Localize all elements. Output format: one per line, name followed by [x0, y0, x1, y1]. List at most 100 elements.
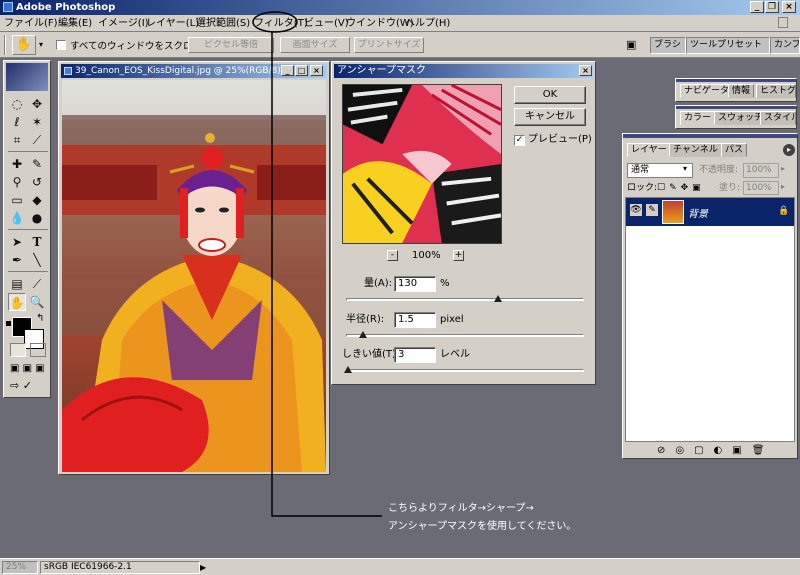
healing-brush-tool-icon[interactable]: ✚	[8, 155, 26, 173]
amount-slider-track[interactable]	[346, 298, 584, 301]
menu-help[interactable]: ヘルプ(H)	[405, 16, 450, 31]
document-minimize-button[interactable]: _	[281, 65, 294, 76]
standard-mode-icon[interactable]	[10, 343, 26, 357]
default-colors-icon[interactable]	[6, 321, 11, 326]
options-bar: ✋ ▾ すべてのウィンドウをスクロール ピクセル等倍 画面サイズ プリントサイズ…	[0, 32, 800, 58]
radius-slider-thumb[interactable]	[358, 331, 367, 338]
lock-label: ロック:	[627, 183, 658, 193]
marquee-tool-icon[interactable]: ◌	[8, 95, 26, 113]
threshold-slider-thumb[interactable]	[344, 366, 353, 373]
app-title: Adobe Photoshop	[16, 2, 116, 13]
menu-edit[interactable]: 編集(E)	[58, 16, 92, 31]
menu-image[interactable]: イメージ(I)	[98, 16, 149, 31]
color-palette: カラー スウォッチ スタイル	[675, 105, 797, 129]
type-tool-icon[interactable]: T	[28, 233, 46, 251]
actual-pixels-button[interactable]: ピクセル等倍	[188, 37, 274, 53]
palette-well-brushes[interactable]: ブラシ	[650, 37, 686, 54]
notes-tool-icon[interactable]: ▤	[8, 275, 26, 293]
tab-paths[interactable]: パス	[721, 143, 748, 157]
amount-label: 量(A):	[364, 278, 393, 289]
fill-input[interactable]: 100%	[743, 181, 779, 195]
zoom-out-button[interactable]: -	[387, 250, 398, 261]
print-size-button[interactable]: プリントサイズ	[354, 37, 424, 53]
cancel-button[interactable]: キャンセル	[514, 108, 586, 126]
amount-slider-thumb[interactable]	[494, 295, 503, 302]
chevron-down-icon[interactable]: ▾	[36, 35, 46, 55]
chevron-down-icon[interactable]: ▾	[683, 164, 687, 173]
crop-tool-icon[interactable]: ⌗	[8, 131, 26, 149]
tab-navigator[interactable]: ナビゲータ	[680, 84, 734, 98]
layer-row-background[interactable]: 👁 ✎ 背景 🔒	[626, 198, 794, 226]
fill-arrow-icon[interactable]: ▸	[781, 182, 785, 191]
jump-to-imageready-icon[interactable]: ⇨ ✓	[10, 379, 46, 393]
brush-tool-icon[interactable]: ✎	[28, 155, 46, 173]
lock-icons[interactable]: ☐✎✥▣	[657, 183, 705, 193]
amount-input[interactable]: 130	[394, 276, 436, 292]
tab-color[interactable]: カラー	[680, 111, 716, 125]
opacity-input[interactable]: 100%	[743, 163, 779, 178]
tab-histogram[interactable]: ヒストグラ	[756, 84, 796, 98]
hand-tool-icon[interactable]: ✋	[8, 293, 26, 311]
zoom-in-button[interactable]: +	[453, 250, 464, 261]
tab-layers[interactable]: レイヤー	[627, 143, 671, 157]
preview-checkbox[interactable]: ✓	[514, 135, 525, 146]
close-button[interactable]: ×	[782, 1, 796, 13]
menu-file[interactable]: ファイル(F)	[4, 16, 58, 31]
palette-well-tool-presets[interactable]: ツールプリセット	[686, 37, 770, 54]
radius-slider-track[interactable]	[346, 334, 584, 337]
brush-link-icon[interactable]: ✎	[646, 204, 658, 216]
tab-channels[interactable]: チャンネル	[669, 143, 722, 157]
lasso-tool-icon[interactable]: ℓ	[8, 113, 26, 131]
dialog-title-bar[interactable]: アンシャープマスク	[334, 64, 593, 78]
hand-tool-preset-icon[interactable]: ✋	[12, 35, 36, 55]
dialog-close-button[interactable]: ×	[579, 65, 592, 76]
eye-visibility-icon[interactable]: 👁	[630, 204, 642, 216]
layer-thumbnail	[662, 200, 684, 224]
threshold-slider-track[interactable]	[346, 369, 584, 372]
document-canvas[interactable]	[62, 80, 326, 472]
menu-window[interactable]: ウインドウ(W)	[346, 16, 414, 31]
scroll-all-windows-checkbox[interactable]	[56, 40, 66, 50]
layer-action-icons[interactable]: ⊘◎▢◐▣🗑	[657, 445, 774, 456]
menu-layer[interactable]: レイヤー(L)	[146, 16, 199, 31]
tab-info[interactable]: 情報	[728, 84, 755, 98]
screen-mode-icons[interactable]: ▣ ▣ ▣	[10, 363, 46, 375]
paint-bucket-tool-icon[interactable]: ◆	[28, 191, 46, 209]
tab-styles[interactable]: スタイル	[760, 111, 796, 125]
zoom-tool-icon[interactable]: 🔍	[28, 293, 46, 311]
palette-menu-arrow-icon[interactable]: ▸	[783, 144, 795, 156]
menu-filter[interactable]: フィルタ(T)	[254, 16, 308, 31]
move-tool-icon[interactable]: ✥	[28, 95, 46, 113]
restore-button[interactable]: ❐	[765, 1, 779, 13]
eyedropper-tool-icon[interactable]: ⟋	[28, 275, 46, 293]
radius-input[interactable]: 1.5	[394, 312, 436, 328]
status-menu-arrow-icon[interactable]: ▶	[200, 561, 210, 574]
quick-mask-icon[interactable]	[30, 343, 46, 357]
eraser-tool-icon[interactable]: ▭	[8, 191, 26, 209]
ok-button[interactable]: OK	[514, 86, 586, 104]
blur-tool-icon[interactable]: 💧	[8, 209, 26, 227]
slice-tool-icon[interactable]: ⟋	[28, 131, 46, 149]
clone-stamp-tool-icon[interactable]: ⚲	[8, 173, 26, 191]
swap-arrow-icon[interactable]: ↰	[36, 313, 44, 324]
minimize-button[interactable]: _	[750, 1, 764, 13]
menu-view[interactable]: ビュー(V)	[304, 16, 349, 31]
opacity-arrow-icon[interactable]: ▸	[781, 164, 785, 173]
dodge-tool-icon[interactable]: ●	[28, 209, 46, 227]
pen-tool-icon[interactable]: ✒	[8, 251, 26, 269]
doc-restore-icon[interactable]	[778, 17, 788, 28]
layer-name: 背景	[688, 209, 708, 220]
line-tool-icon[interactable]: ╲	[28, 251, 46, 269]
menu-select[interactable]: 選択範囲(S)	[196, 16, 250, 31]
status-zoom[interactable]: 25%	[2, 561, 38, 574]
fit-screen-button[interactable]: 画面サイズ	[280, 37, 350, 53]
filter-preview-image[interactable]	[342, 84, 502, 244]
palette-well-comps[interactable]: カンプ	[770, 37, 800, 54]
magic-wand-tool-icon[interactable]: ✶	[28, 113, 46, 131]
document-close-button[interactable]: ×	[310, 65, 323, 76]
path-selection-tool-icon[interactable]: ➤	[8, 233, 26, 251]
threshold-input[interactable]: 3	[394, 347, 436, 363]
file-browser-icon[interactable]: ▣	[626, 37, 642, 53]
document-maximize-button[interactable]: □	[295, 65, 308, 76]
history-brush-tool-icon[interactable]: ↺	[28, 173, 46, 191]
